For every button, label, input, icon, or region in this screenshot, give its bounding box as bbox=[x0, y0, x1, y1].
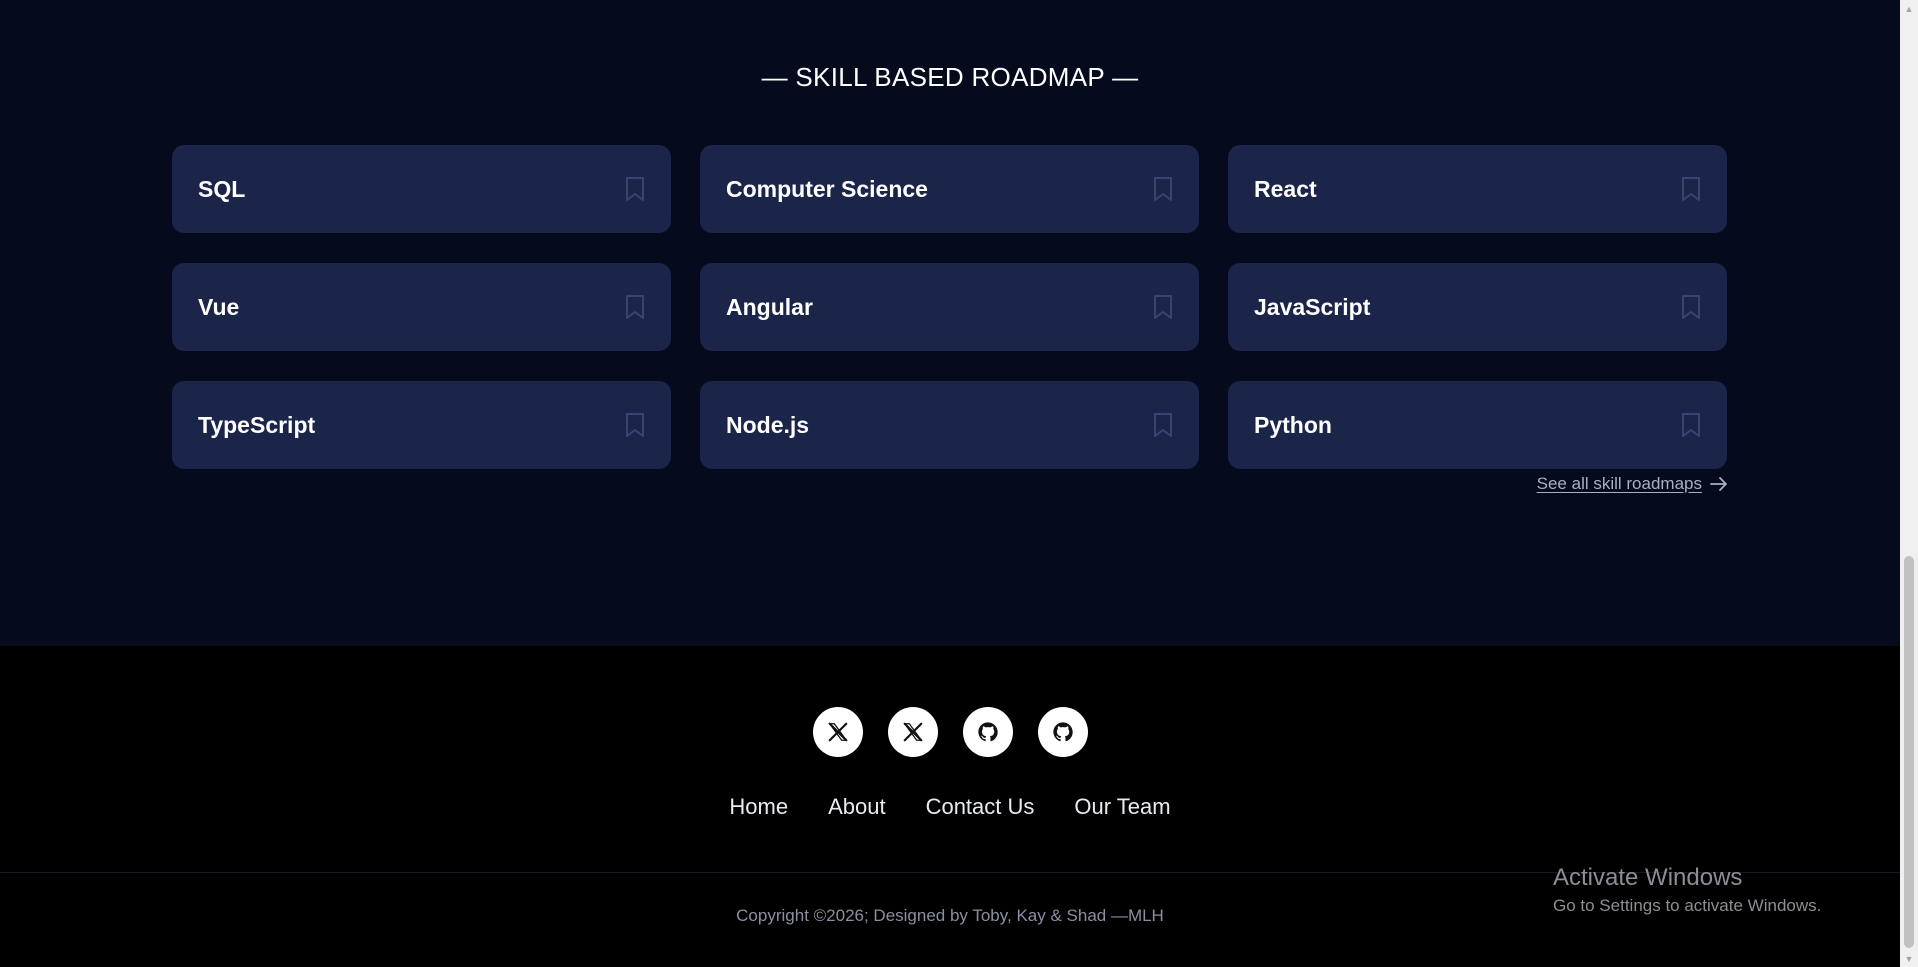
scroll-up-icon[interactable]: ▲ bbox=[1900, 0, 1918, 17]
bookmark-icon[interactable] bbox=[1681, 412, 1701, 438]
roadmap-card-typescript[interactable]: TypeScript bbox=[172, 381, 671, 469]
x-twitter-icon bbox=[902, 722, 923, 742]
roadmap-card-computer-science[interactable]: Computer Science bbox=[700, 145, 1199, 233]
roadmap-card-python[interactable]: Python bbox=[1228, 381, 1727, 469]
bookmark-icon[interactable] bbox=[625, 412, 645, 438]
footer-nav-contact-us[interactable]: Contact Us bbox=[926, 794, 1035, 820]
watermark-subtitle: Go to Settings to activate Windows. bbox=[1553, 896, 1822, 915]
watermark-title: Activate Windows bbox=[1553, 864, 1743, 891]
section-title: — SKILL BASED ROADMAP — bbox=[761, 62, 1139, 92]
roadmap-grid: SQL Computer Science React Vue Angular J… bbox=[172, 145, 1728, 469]
see-all-roadmaps-link[interactable]: See all skill roadmaps bbox=[1537, 474, 1728, 494]
roadmap-card-label: JavaScript bbox=[1254, 293, 1371, 320]
scroll-down-icon[interactable]: ▼ bbox=[1900, 950, 1918, 967]
see-all-roadmaps-label: See all skill roadmaps bbox=[1536, 474, 1702, 493]
bookmark-icon[interactable] bbox=[1153, 412, 1173, 438]
roadmap-card-nodejs[interactable]: Node.js bbox=[700, 381, 1199, 469]
bookmark-icon[interactable] bbox=[625, 294, 645, 320]
windows-activation-watermark: Activate Windows Go to Settings to activ… bbox=[1553, 864, 1821, 916]
page: — SKILL BASED ROADMAP — SQL Computer Sci… bbox=[0, 0, 1918, 967]
roadmap-card-label: Angular bbox=[726, 293, 813, 320]
social-x-link[interactable] bbox=[887, 707, 938, 757]
roadmap-card-vue[interactable]: Vue bbox=[172, 263, 671, 351]
roadmap-card-react[interactable]: React bbox=[1228, 145, 1727, 233]
bookmark-icon[interactable] bbox=[1153, 176, 1173, 202]
social-links bbox=[0, 707, 1900, 757]
social-x-link[interactable] bbox=[812, 707, 863, 757]
footer-nav-our-team[interactable]: Our Team bbox=[1074, 794, 1170, 820]
x-twitter-icon bbox=[827, 722, 848, 742]
roadmap-card-label: TypeScript bbox=[198, 411, 316, 438]
footer-nav: Home About Contact Us Our Team bbox=[0, 794, 1900, 820]
roadmap-card-label: Node.js bbox=[726, 411, 810, 438]
footer-nav-about[interactable]: About bbox=[828, 794, 886, 820]
social-github-link[interactable] bbox=[962, 707, 1013, 757]
bookmark-icon[interactable] bbox=[1681, 294, 1701, 320]
arrow-right-icon bbox=[1710, 476, 1728, 492]
roadmap-card-label: Computer Science bbox=[726, 175, 928, 202]
roadmap-card-label: Python bbox=[1254, 411, 1332, 438]
footer: Home About Contact Us Our Team Copyright… bbox=[0, 646, 1900, 967]
roadmap-card-label: SQL bbox=[198, 175, 246, 202]
github-icon bbox=[977, 722, 998, 742]
bookmark-icon[interactable] bbox=[625, 176, 645, 202]
social-github-link[interactable] bbox=[1037, 707, 1088, 757]
footer-nav-home[interactable]: Home bbox=[729, 794, 788, 820]
roadmap-card-label: Vue bbox=[198, 293, 240, 320]
bookmark-icon[interactable] bbox=[1153, 294, 1173, 320]
roadmap-card-sql[interactable]: SQL bbox=[172, 145, 671, 233]
roadmap-card-angular[interactable]: Angular bbox=[700, 263, 1199, 351]
roadmap-card-label: React bbox=[1254, 175, 1317, 202]
bookmark-icon[interactable] bbox=[1681, 176, 1701, 202]
skill-roadmap-section: — SKILL BASED ROADMAP — SQL Computer Sci… bbox=[0, 0, 1900, 646]
roadmap-card-javascript[interactable]: JavaScript bbox=[1228, 263, 1727, 351]
github-icon bbox=[1052, 722, 1073, 742]
scroll-thumb[interactable] bbox=[1904, 556, 1914, 948]
vertical-scrollbar[interactable]: ▲ ▼ bbox=[1900, 0, 1918, 967]
